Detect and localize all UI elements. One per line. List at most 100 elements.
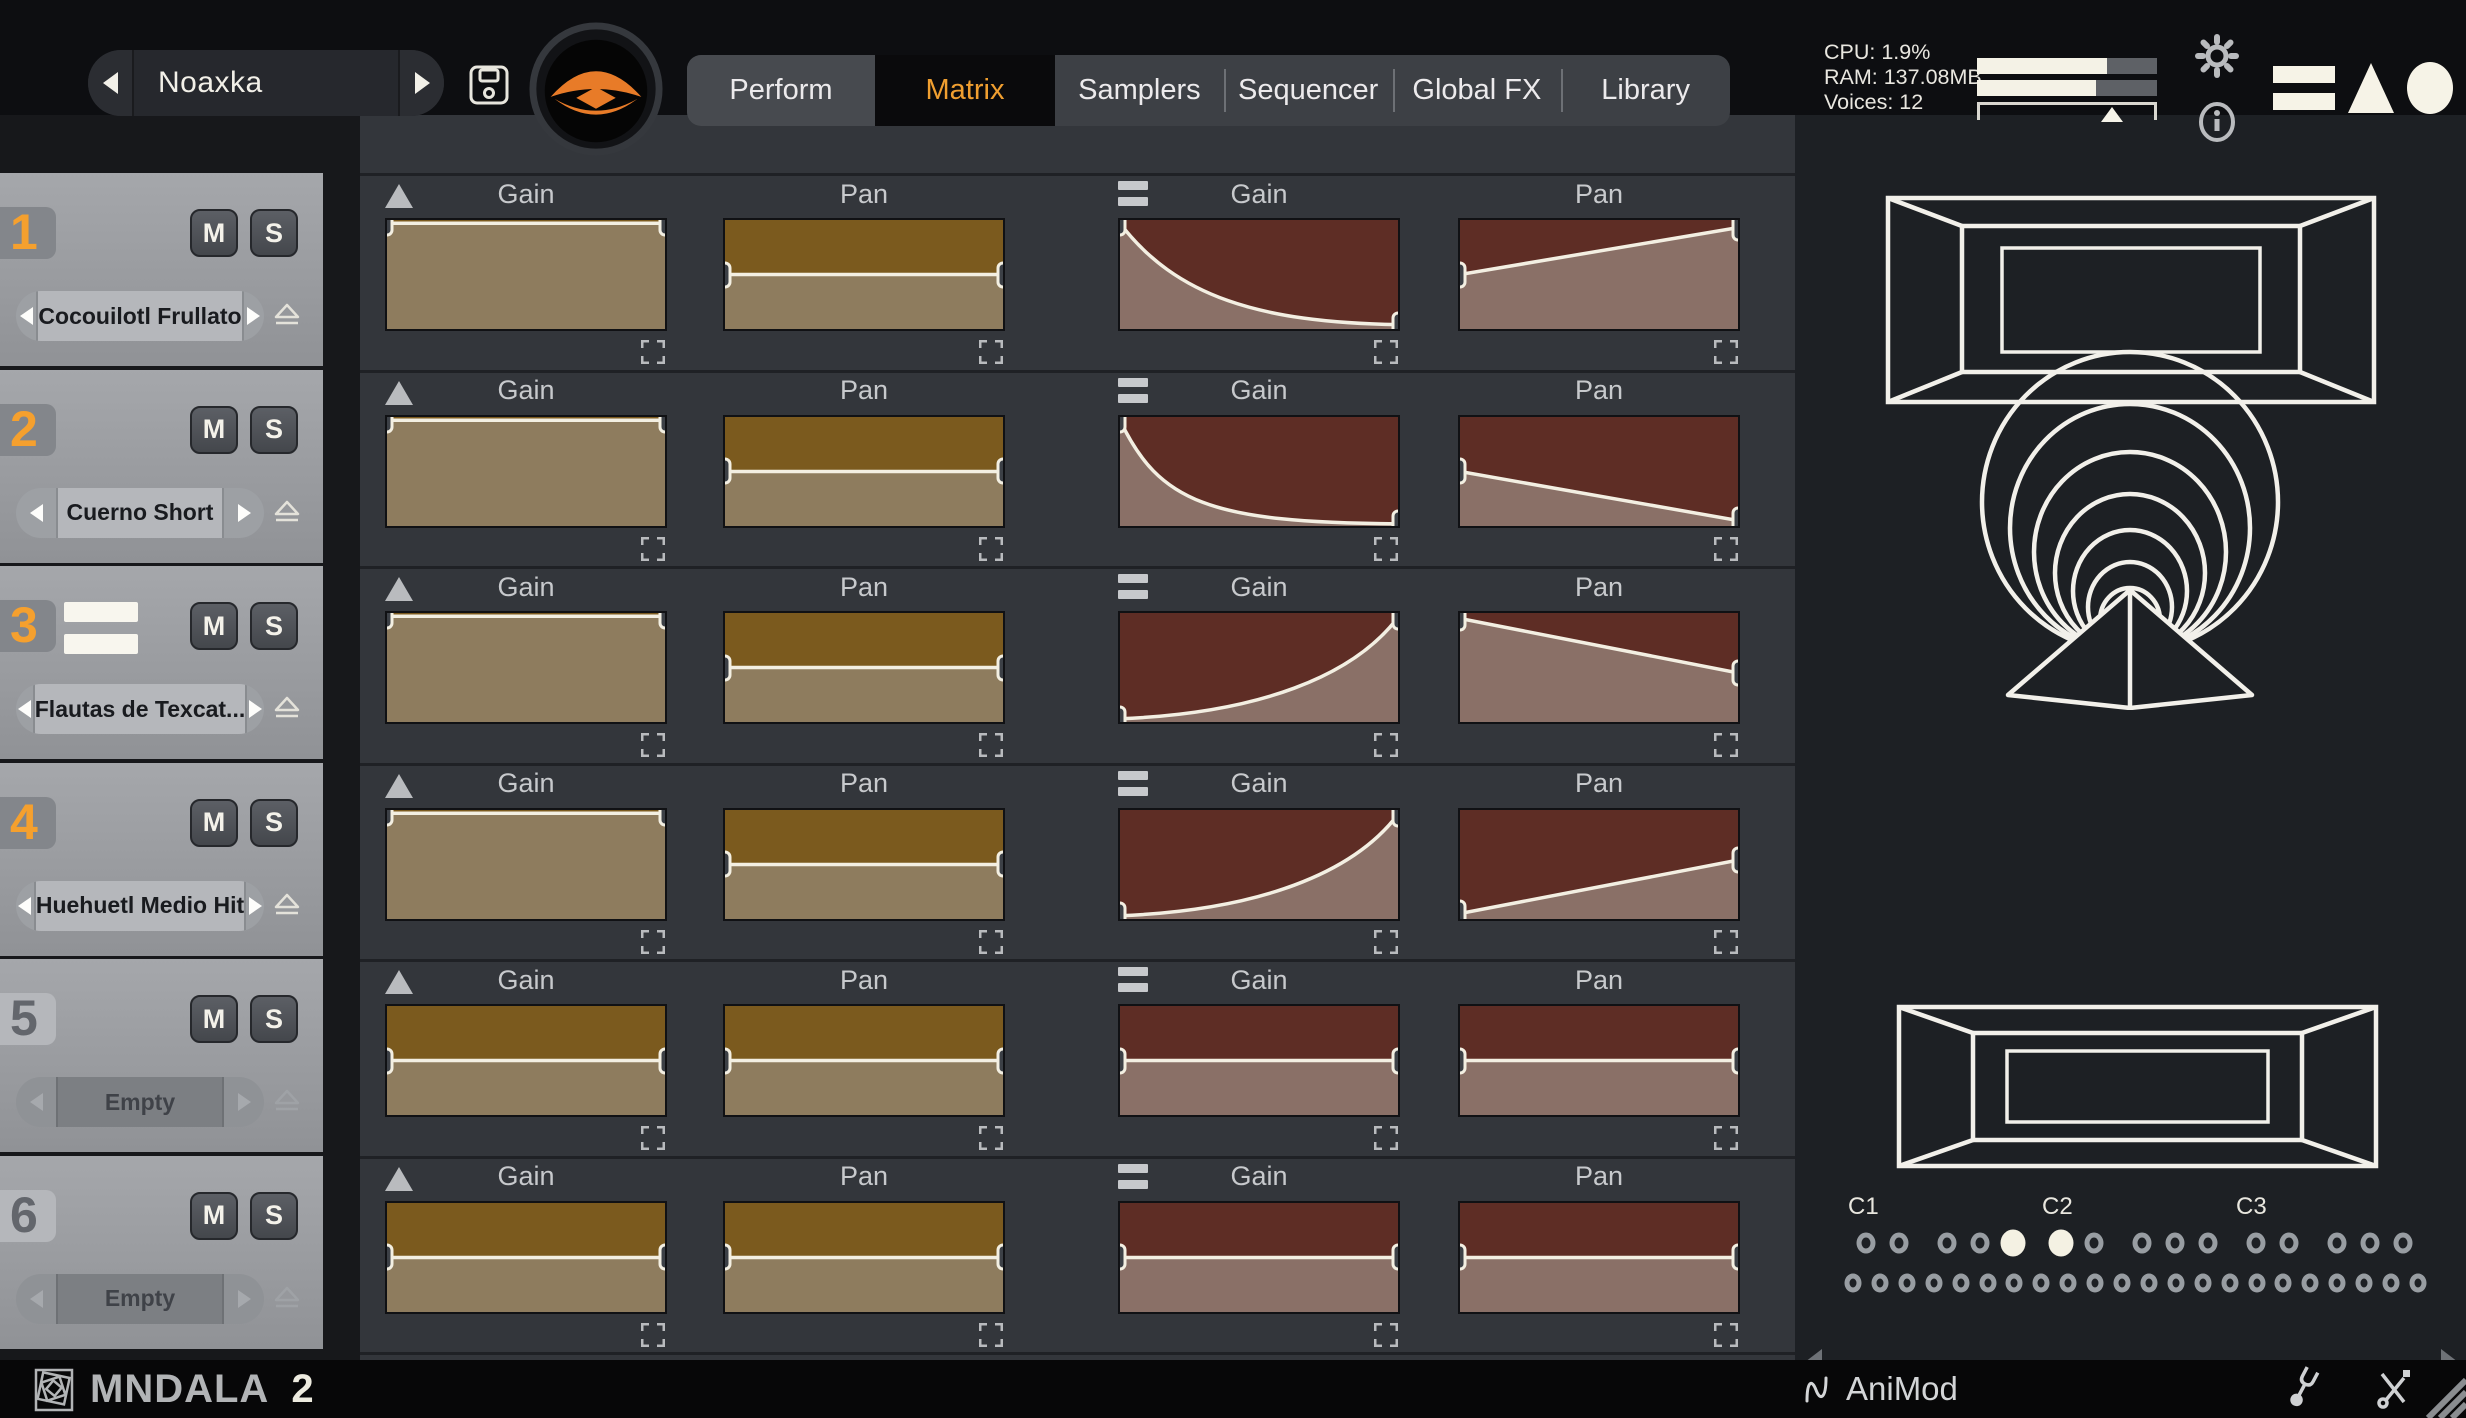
white-key-dot[interactable]: [1925, 1274, 1942, 1293]
envelope-handle[interactable]: [385, 1244, 394, 1271]
expand-envelope-button[interactable]: [1374, 537, 1398, 561]
sample-prev-button[interactable]: [16, 488, 56, 538]
envelope-handle[interactable]: [385, 611, 394, 630]
expand-envelope-button[interactable]: [1714, 1323, 1738, 1347]
white-key-dot[interactable]: [2114, 1274, 2131, 1293]
envelope-handle[interactable]: [659, 808, 668, 827]
envelope-handle[interactable]: [997, 1047, 1006, 1074]
tab-matrix[interactable]: Matrix: [875, 55, 1055, 126]
envelope-handle[interactable]: [1392, 311, 1401, 331]
sample-prev-button[interactable]: [16, 1077, 56, 1127]
envelope-cell-row2-gain[interactable]: [385, 415, 667, 528]
eject-sample-button-slot-4[interactable]: [274, 893, 300, 920]
preset-prev-button[interactable]: [88, 50, 134, 116]
mute-button-slot-2[interactable]: M: [190, 406, 238, 454]
expand-envelope-button[interactable]: [641, 733, 665, 757]
info-button[interactable]: [2197, 102, 2237, 145]
expand-envelope-button[interactable]: [1714, 537, 1738, 561]
mute-button-slot-6[interactable]: M: [190, 1192, 238, 1240]
expand-envelope-button[interactable]: [979, 930, 1003, 954]
sample-prev-button[interactable]: [16, 881, 34, 931]
envelope-handle[interactable]: [1458, 1244, 1467, 1271]
envelope-cell-row1-pan[interactable]: [723, 218, 1005, 331]
cut-button[interactable]: [2372, 1366, 2416, 1413]
eject-sample-button-slot-2[interactable]: [274, 500, 300, 527]
envelope-handle[interactable]: [1732, 659, 1741, 686]
envelope-handle[interactable]: [1392, 808, 1401, 828]
solo-button-slot-4[interactable]: S: [250, 799, 298, 847]
envelope-handle[interactable]: [385, 218, 394, 237]
eject-sample-button-slot-5[interactable]: [274, 1089, 300, 1116]
black-key-dot[interactable]: [1938, 1233, 1957, 1254]
white-key-dot[interactable]: [2033, 1274, 2050, 1293]
expand-envelope-button[interactable]: [1374, 733, 1398, 757]
sample-prev-button[interactable]: [16, 1274, 56, 1324]
envelope-handle[interactable]: [385, 808, 394, 827]
black-key-dot[interactable]: [2085, 1233, 2104, 1254]
envelope-cell-row1-gain[interactable]: [1118, 218, 1400, 331]
envelope-handle[interactable]: [997, 458, 1006, 485]
solo-button-slot-3[interactable]: S: [250, 602, 298, 650]
expand-envelope-button[interactable]: [1374, 1323, 1398, 1347]
white-key-dot[interactable]: [1898, 1274, 1915, 1293]
expand-envelope-button[interactable]: [1374, 1126, 1398, 1150]
envelope-cell-row4-pan[interactable]: [723, 808, 1005, 921]
envelope-handle[interactable]: [385, 1047, 394, 1074]
envelope-handle[interactable]: [997, 654, 1006, 681]
white-key-dot[interactable]: [2302, 1274, 2319, 1293]
envelope-cell-row4-pan[interactable]: [1458, 808, 1740, 921]
save-preset-button[interactable]: [468, 64, 510, 109]
envelope-handle[interactable]: [1458, 611, 1467, 632]
envelope-handle[interactable]: [1458, 261, 1467, 288]
solo-button-slot-5[interactable]: S: [250, 995, 298, 1043]
envelope-handle[interactable]: [659, 218, 668, 237]
black-key-dot[interactable]: [2361, 1233, 2380, 1254]
envelope-handle[interactable]: [723, 1244, 732, 1271]
expand-envelope-button[interactable]: [1714, 1126, 1738, 1150]
sample-next-button[interactable]: [247, 684, 264, 734]
sample-prev-button[interactable]: [16, 684, 33, 734]
envelope-cell-row3-pan[interactable]: [723, 611, 1005, 724]
black-key-dot[interactable]: [1890, 1233, 1909, 1254]
expand-envelope-button[interactable]: [641, 1126, 665, 1150]
sample-name[interactable]: Cocouilotl Frullato: [36, 291, 243, 341]
envelope-handle[interactable]: [1732, 1047, 1741, 1074]
white-key-dot[interactable]: [1845, 1274, 1862, 1293]
envelope-cell-row6-pan[interactable]: [723, 1201, 1005, 1314]
envelope-handle[interactable]: [997, 261, 1006, 288]
envelope-handle[interactable]: [997, 1244, 1006, 1271]
envelope-handle[interactable]: [997, 851, 1006, 878]
expand-envelope-button[interactable]: [1714, 733, 1738, 757]
envelope-cell-row6-gain[interactable]: [1118, 1201, 1400, 1314]
expand-envelope-button[interactable]: [1714, 340, 1738, 364]
mntra-eye-logo[interactable]: [527, 20, 665, 163]
sample-name[interactable]: Cuerno Short: [56, 488, 224, 538]
black-key-dot[interactable]: [1857, 1233, 1876, 1254]
mute-button-slot-3[interactable]: M: [190, 602, 238, 650]
white-key-dot[interactable]: [1871, 1274, 1888, 1293]
white-key-dot[interactable]: [2248, 1274, 2265, 1293]
black-key-dot[interactable]: [2199, 1233, 2218, 1254]
solo-button-slot-2[interactable]: S: [250, 406, 298, 454]
envelope-handle[interactable]: [1732, 507, 1741, 528]
envelope-handle[interactable]: [1458, 900, 1467, 921]
envelope-handle[interactable]: [659, 611, 668, 630]
envelope-cell-row6-pan[interactable]: [1458, 1201, 1740, 1314]
envelope-cell-row1-gain[interactable]: [385, 218, 667, 331]
expand-envelope-button[interactable]: [641, 1323, 665, 1347]
black-key-dot[interactable]: [2166, 1233, 2185, 1254]
eject-sample-button-slot-1[interactable]: [274, 303, 300, 330]
envelope-handle[interactable]: [659, 1047, 668, 1074]
black-key-dot[interactable]: [2394, 1233, 2413, 1254]
expand-envelope-button[interactable]: [979, 537, 1003, 561]
white-key-dot[interactable]: [2275, 1274, 2292, 1293]
envelope-cell-row6-gain[interactable]: [385, 1201, 667, 1314]
white-key-dot[interactable]: [2140, 1274, 2157, 1293]
envelope-handle[interactable]: [1732, 1244, 1741, 1271]
black-key-dot-active[interactable]: [2001, 1230, 2026, 1257]
mute-button-slot-5[interactable]: M: [190, 995, 238, 1043]
white-key-dot[interactable]: [1979, 1274, 1996, 1293]
envelope-handle[interactable]: [723, 654, 732, 681]
tuning-fork-button[interactable]: [2284, 1366, 2324, 1413]
eject-sample-button-slot-3[interactable]: [274, 696, 300, 723]
